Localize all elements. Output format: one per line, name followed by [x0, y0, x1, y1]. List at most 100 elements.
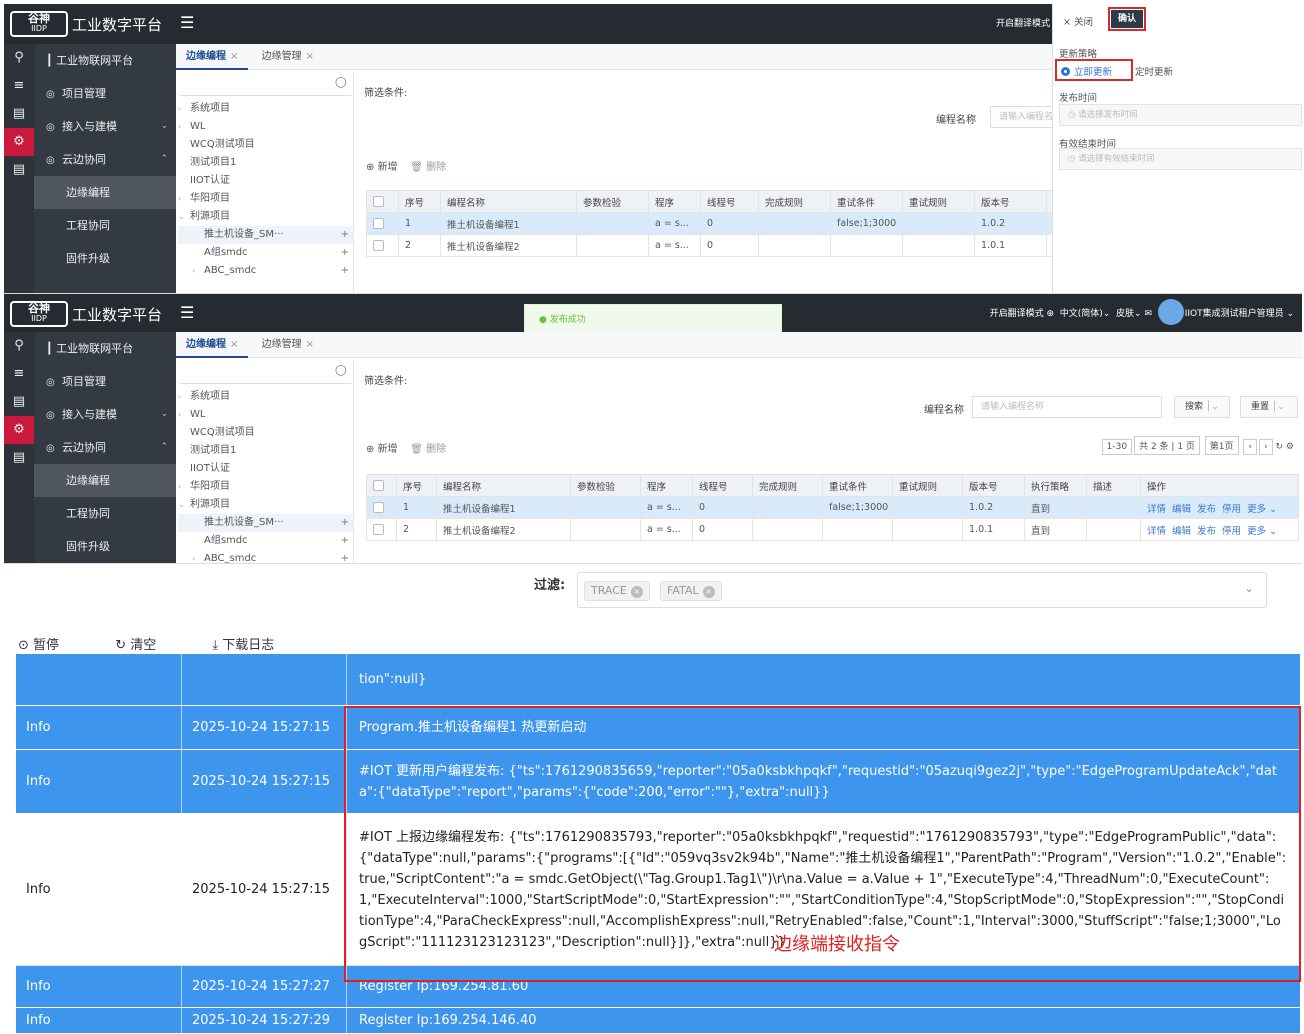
monitor-icon[interactable]: ▤: [4, 388, 34, 416]
tree-node[interactable]: › 华阳项目: [178, 478, 353, 496]
log-level-filter[interactable]: TRACE × FATAL × ⌄: [577, 572, 1267, 608]
tree-search-input[interactable]: ○: [180, 362, 351, 384]
sidebar-item-firmware[interactable]: 固件升级: [34, 530, 176, 563]
menu-toggle-icon[interactable]: ☰: [180, 303, 194, 322]
close-icon[interactable]: ×: [306, 51, 314, 62]
sidebar-item-edge-programming[interactable]: 边缘编程: [34, 176, 176, 209]
row-checkbox[interactable]: [373, 240, 384, 251]
close-icon[interactable]: ×: [230, 51, 238, 62]
gear-icon[interactable]: ⚙: [4, 416, 34, 444]
row-checkbox[interactable]: [373, 218, 384, 229]
search-icon[interactable]: ○: [335, 362, 347, 378]
close-icon[interactable]: ×: [230, 339, 238, 350]
close-icon[interactable]: ×: [630, 586, 643, 598]
detail-link[interactable]: 详情: [1147, 504, 1166, 515]
sidebar-item-project[interactable]: ◎ 项目管理: [34, 77, 176, 110]
sidebar-item-access[interactable]: ◎ 接入与建模 ⌄: [34, 398, 176, 431]
clear-button[interactable]: ↻ 清空: [115, 638, 182, 653]
sidebar-item-access[interactable]: ◎ 接入与建模 ⌄: [34, 110, 176, 143]
tree-node[interactable]: IIOT认证: [178, 460, 353, 478]
list-icon[interactable]: ≡: [4, 360, 34, 388]
row-checkbox[interactable]: [373, 502, 384, 513]
tree-search-input[interactable]: ○: [180, 74, 351, 96]
table-row[interactable]: 1 推土机设备编程1 a = s... 0 false;1;3000 1.0.2 直到 详情…: [366, 496, 1299, 519]
sidebar-item-cloud-edge[interactable]: ◎ 云边协同 ⌃: [34, 431, 176, 464]
tree-node[interactable]: ⌄ 利源项目: [178, 208, 353, 226]
add-button[interactable]: ⊕ 新增: [366, 162, 398, 173]
tree-node[interactable]: › 华阳项目: [178, 190, 353, 208]
tree-node[interactable]: WCQ测试项目: [178, 136, 353, 154]
disable-link[interactable]: 停用: [1222, 504, 1241, 515]
pause-button[interactable]: ⊙ 暂停: [18, 638, 85, 653]
confirm-button[interactable]: 确认: [1108, 7, 1146, 31]
sidebar-item-project-collab[interactable]: 工程协同: [34, 497, 176, 530]
monitor-icon[interactable]: ▤: [4, 100, 34, 128]
search-button[interactable]: 搜索 │⌄: [1174, 396, 1230, 418]
tab-edge-programming[interactable]: 边缘编程 ×: [176, 332, 249, 358]
publish-time-picker[interactable]: ◷ 请选择发布时间: [1059, 104, 1302, 126]
delete-button[interactable]: 🗑 删除: [410, 162, 446, 173]
language-select[interactable]: 中文(简体): [1060, 309, 1103, 319]
tree-node[interactable]: A组smdc +: [178, 244, 353, 262]
gear-icon[interactable]: ⚙: [4, 128, 34, 156]
search-icon[interactable]: ⚲: [4, 44, 34, 72]
disable-link[interactable]: 停用: [1222, 526, 1241, 537]
sidebar-item-firmware[interactable]: 固件升级: [34, 242, 176, 275]
sidebar-item-project[interactable]: ◎ 项目管理: [34, 365, 176, 398]
radio-update-now[interactable]: 立即更新: [1055, 59, 1133, 81]
add-button[interactable]: ⊕ 新增: [366, 444, 398, 455]
tab-edge-management[interactable]: 边缘管理 ×: [252, 44, 324, 70]
translate-mode-toggle[interactable]: 开启翻译模式: [996, 16, 1050, 29]
more-link[interactable]: 更多 ⌄: [1247, 504, 1277, 515]
publish-link[interactable]: 发布: [1197, 504, 1216, 515]
sidebar-item-project-collab[interactable]: 工程协同: [34, 209, 176, 242]
menu-toggle-icon[interactable]: ☰: [180, 13, 194, 32]
end-time-picker[interactable]: ◷ 请选择有效结束时间: [1059, 148, 1302, 170]
select-all-checkbox[interactable]: [373, 196, 384, 207]
tree-node[interactable]: › WL: [178, 118, 353, 136]
detail-link[interactable]: 详情: [1147, 526, 1166, 537]
close-icon[interactable]: ×: [702, 586, 715, 598]
plus-icon[interactable]: +: [341, 514, 349, 532]
select-all-checkbox[interactable]: [373, 480, 384, 491]
tree-node[interactable]: ⌄ 利源项目: [178, 496, 353, 514]
avatar[interactable]: [1158, 299, 1184, 325]
tree-node-selected[interactable]: 推土机设备_SM··· +: [178, 226, 353, 244]
tree-node-selected[interactable]: 推土机设备_SM··· +: [178, 514, 353, 532]
search-icon[interactable]: ○: [335, 74, 347, 90]
plus-icon[interactable]: +: [341, 532, 349, 550]
close-icon[interactable]: ×: [306, 339, 314, 350]
refresh-icon[interactable]: ↻: [1276, 442, 1284, 452]
translate-mode-toggle[interactable]: 开启翻译模式: [990, 309, 1044, 319]
tree-node[interactable]: 测试项目1: [178, 442, 353, 460]
prev-page-icon[interactable]: ‹: [1243, 439, 1258, 455]
search-icon[interactable]: ⚲: [4, 332, 34, 360]
sidebar-item-edge-programming[interactable]: 边缘编程: [34, 464, 176, 497]
tab-edge-programming[interactable]: 边缘编程 ×: [176, 44, 249, 70]
filter-chip-trace[interactable]: TRACE ×: [584, 581, 650, 601]
screen-icon[interactable]: ▤: [4, 156, 34, 184]
page-number-input[interactable]: 第1页: [1204, 436, 1239, 455]
tree-node[interactable]: IIOT认证: [178, 172, 353, 190]
table-row[interactable]: 1推土机设备编程1a = s...0false;1;30001.0.2直到: [366, 212, 1067, 235]
table-row[interactable]: 2 推土机设备编程2 a = s... 0 1.0.1 直到 详情 编辑 发布 停用 更多 ⌄: [366, 518, 1299, 541]
publish-link[interactable]: 发布: [1197, 526, 1216, 537]
screen-icon[interactable]: ▤: [4, 444, 34, 472]
filter-chip-fatal[interactable]: FATAL ×: [660, 581, 722, 601]
tree-node[interactable]: › ABC_smdc +: [178, 262, 353, 280]
settings-icon[interactable]: ⚙: [1286, 442, 1294, 452]
next-page-icon[interactable]: ›: [1259, 439, 1273, 455]
tree-node[interactable]: A组smdc +: [178, 532, 353, 550]
page-size-select[interactable]: 1-30: [1101, 439, 1133, 455]
skin-select[interactable]: 皮肤: [1116, 309, 1134, 319]
sidebar-item-cloud-edge[interactable]: ◎ 云边协同 ⌃: [34, 143, 176, 176]
tree-node[interactable]: › ABC_smdc +: [178, 550, 353, 563]
radio-update-timed[interactable]: 定时更新: [1135, 64, 1173, 78]
edit-link[interactable]: 编辑: [1172, 504, 1191, 515]
reset-button[interactable]: 重置 │⌄: [1240, 396, 1298, 418]
plus-icon[interactable]: +: [341, 550, 349, 563]
tree-node[interactable]: 测试项目1: [178, 154, 353, 172]
user-menu[interactable]: IIOT集成测试租户管理员 ⌄: [1185, 306, 1294, 319]
tree-node[interactable]: › 系统项目: [178, 388, 353, 406]
chevron-down-icon[interactable]: ⌄: [1244, 581, 1254, 595]
